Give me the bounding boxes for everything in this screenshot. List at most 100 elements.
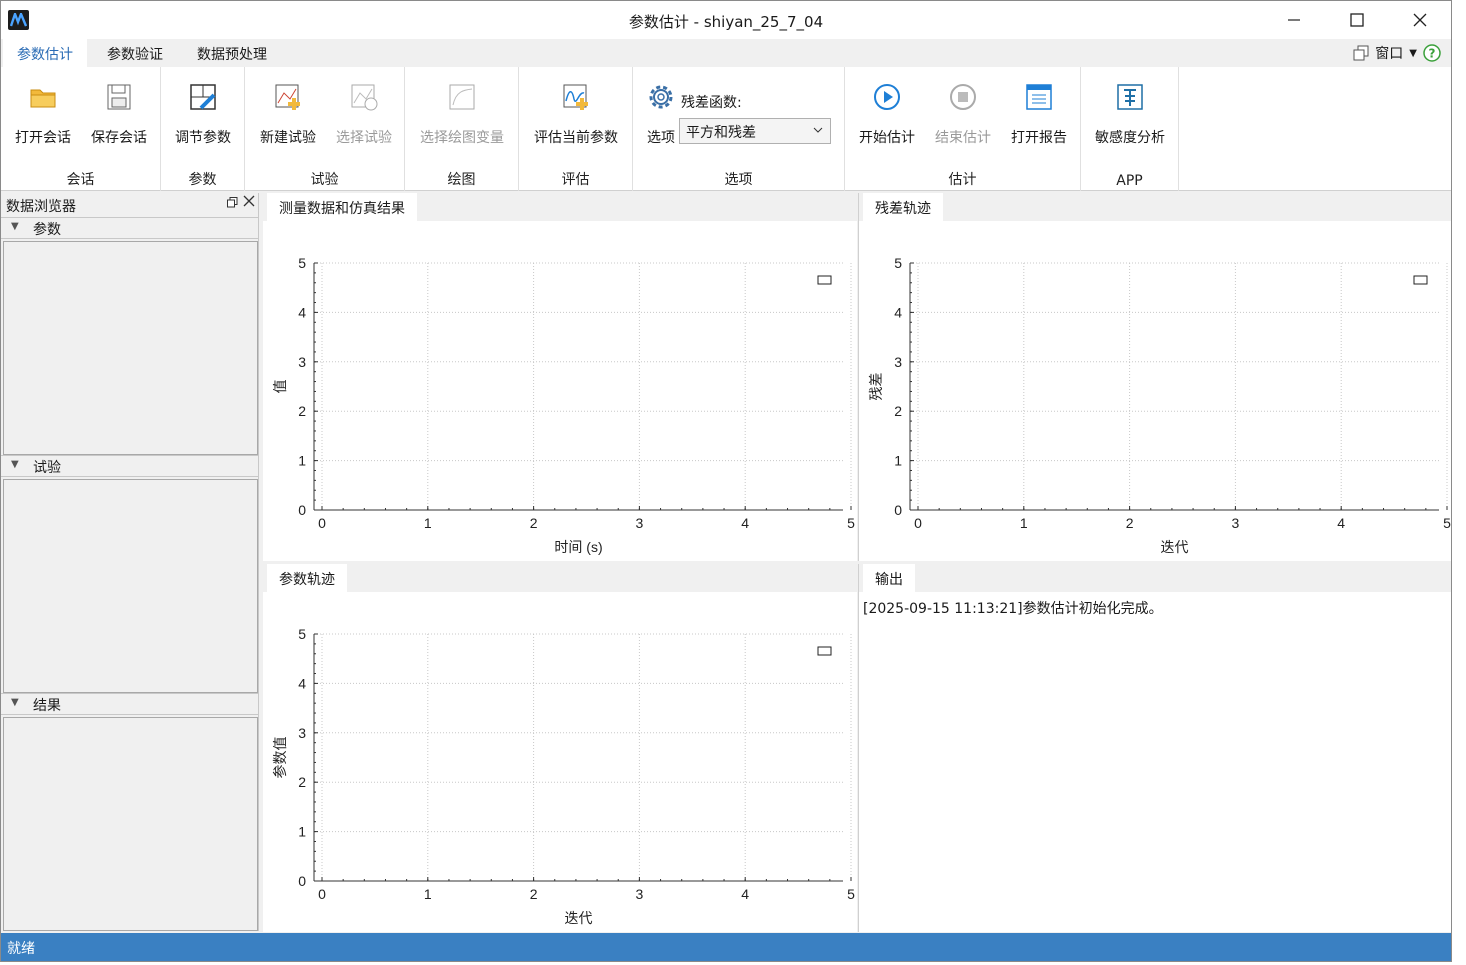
y-tick-label: 5 (298, 255, 306, 271)
status-bar: 就绪 (1, 933, 1451, 961)
tab-parameter-validation[interactable]: 参数验证 (93, 39, 177, 67)
data-browser-title: 数据浏览器 (6, 199, 76, 215)
y-tick-label: 4 (298, 675, 306, 691)
group-label-params: 参数 (188, 172, 217, 188)
save-session-button[interactable]: 保存会话 (82, 77, 156, 147)
y-tick-label: 0 (298, 873, 306, 889)
tune-params-button[interactable]: 调节参数 (166, 77, 240, 147)
ribbon-tab-bar: 参数估计 参数验证 数据预处理 窗口 ▼ ? (1, 39, 1451, 67)
params-list[interactable] (3, 241, 258, 455)
tab-output[interactable]: 输出 (863, 564, 915, 592)
output-pane: 输出 [2025-09-15 11:13:21]参数估计初始化完成。 (858, 564, 1451, 932)
x-tick-label: 3 (636, 886, 644, 902)
sensitivity-analysis-label: 敏感度分析 (1095, 130, 1165, 146)
stop-estimation-button[interactable]: 结束估计 (926, 77, 1000, 147)
legend-box (817, 646, 832, 656)
x-tick-label: 0 (318, 886, 326, 902)
minimize-button[interactable] (1263, 1, 1325, 39)
chevron-down-icon: ▼ (1409, 47, 1417, 59)
y-tick-label: 2 (298, 403, 306, 419)
chevron-down-icon (813, 127, 823, 133)
sensitivity-analysis-button[interactable]: 敏感度分析 (1089, 77, 1171, 147)
output-tabbar: 输出 (859, 564, 1451, 592)
param-trace-chart[interactable]: 0 1 2 3 4 5 0 1 2 3 4 5 迭代 参数值 (263, 592, 857, 932)
tab-param-trace[interactable]: 参数轨迹 (267, 564, 347, 592)
select-experiment-button[interactable]: 选择试验 (327, 77, 401, 147)
x-tick-label: 3 (636, 515, 644, 531)
stop-estimation-label: 结束估计 (935, 130, 991, 146)
y-axis-label: 参数值 (272, 737, 288, 779)
save-session-label: 保存会话 (91, 130, 147, 146)
residual-trace-pane: 残差轨迹 0 1 2 3 4 5 0 1 2 3 4 5 迭代 残差 (858, 193, 1452, 561)
x-tick-label: 4 (741, 886, 749, 902)
y-tick-label: 3 (298, 725, 306, 741)
window-title: 参数估计 - shiyan_25_7_04 (628, 13, 824, 31)
title-bar: 参数估计 - shiyan_25_7_04 (1, 1, 1451, 39)
measured-data-tabbar: 测量数据和仿真结果 (263, 193, 857, 221)
tab-measured-data[interactable]: 测量数据和仿真结果 (267, 193, 417, 221)
y-tick-label: 5 (298, 626, 306, 642)
close-panel-icon[interactable] (243, 195, 255, 210)
svg-text:?: ? (1429, 47, 1436, 61)
y-axis-label: 残差 (868, 373, 884, 401)
collapse-triangle-icon: ▼ (11, 221, 19, 232)
residual-trace-chart[interactable]: 0 1 2 3 4 5 0 1 2 3 4 5 迭代 残差 (859, 221, 1452, 561)
section-label-params: 参数 (33, 222, 61, 238)
x-axis-label: 迭代 (1161, 539, 1189, 555)
background-edge (1452, 0, 1466, 965)
x-tick-label: 2 (530, 515, 538, 531)
x-tick-label: 2 (1126, 515, 1134, 531)
select-experiment-label: 选择试验 (336, 130, 392, 146)
tab-residual-trace[interactable]: 残差轨迹 (863, 193, 943, 221)
section-header-params[interactable]: ▼ 参数 (1, 217, 258, 239)
section-label-experiments: 试验 (33, 460, 61, 476)
report-icon (1026, 84, 1052, 110)
group-experiment: 新建试验 选择试验 试验 (245, 67, 405, 191)
x-tick-label: 3 (1232, 515, 1240, 531)
stop-icon (950, 84, 976, 110)
x-tick-label: 4 (1337, 515, 1345, 531)
x-tick-label: 0 (318, 515, 326, 531)
evaluate-current-params-button[interactable]: 评估当前参数 (525, 77, 627, 147)
start-estimation-button[interactable]: 开始估计 (850, 77, 924, 147)
x-axis-label: 迭代 (565, 910, 593, 926)
collapse-triangle-icon: ▼ (11, 459, 19, 470)
group-app: 敏感度分析 APP (1081, 67, 1179, 191)
results-list[interactable] (3, 717, 258, 931)
save-icon (107, 84, 131, 110)
y-tick-label: 2 (298, 774, 306, 790)
y-tick-label: 5 (894, 255, 902, 271)
window-menu[interactable]: 窗口 ▼ ? (1353, 43, 1441, 63)
evaluate-current-params-label: 评估当前参数 (534, 130, 618, 146)
legend-box (1413, 275, 1428, 285)
play-icon (874, 84, 900, 110)
undock-icon[interactable] (227, 197, 238, 211)
y-tick-label: 2 (894, 403, 902, 419)
group-params: 调节参数 参数 (161, 67, 245, 191)
measured-data-pane: 测量数据和仿真结果 0 1 2 3 4 5 0 1 2 3 4 5 时间 (s) 值 (263, 193, 857, 561)
maximize-button[interactable] (1326, 1, 1388, 39)
measured-data-chart[interactable]: 0 1 2 3 4 5 0 1 2 3 4 5 时间 (s) 值 (263, 221, 857, 561)
folder-icon (30, 89, 56, 108)
close-button[interactable] (1389, 1, 1451, 39)
window-menu-label: 窗口 (1375, 46, 1404, 62)
open-session-button[interactable]: 打开会话 (6, 77, 80, 147)
status-text: 就绪 (7, 941, 35, 957)
x-tick-label: 1 (1020, 515, 1028, 531)
tab-parameter-estimation[interactable]: 参数估计 (3, 39, 87, 67)
tab-data-preprocessing[interactable]: 数据预处理 (183, 39, 281, 67)
tune-params-icon (190, 84, 216, 110)
group-label-estimate: 估计 (948, 172, 977, 188)
group-label-evaluate: 评估 (561, 172, 590, 188)
x-tick-label: 5 (1443, 515, 1451, 531)
x-tick-label: 5 (847, 515, 855, 531)
open-report-button[interactable]: 打开报告 (1002, 77, 1076, 147)
x-tick-label: 5 (847, 886, 855, 902)
help-icon[interactable]: ? (1423, 44, 1441, 62)
section-header-experiments[interactable]: ▼ 试验 (1, 455, 258, 477)
residual-function-select[interactable]: 平方和残差 (679, 118, 831, 144)
experiments-list[interactable] (3, 479, 258, 693)
select-plot-vars-button[interactable]: 选择绘图变量 (411, 77, 513, 147)
new-experiment-button[interactable]: 新建试验 (251, 77, 325, 147)
section-header-results[interactable]: ▼ 结果 (1, 693, 258, 715)
